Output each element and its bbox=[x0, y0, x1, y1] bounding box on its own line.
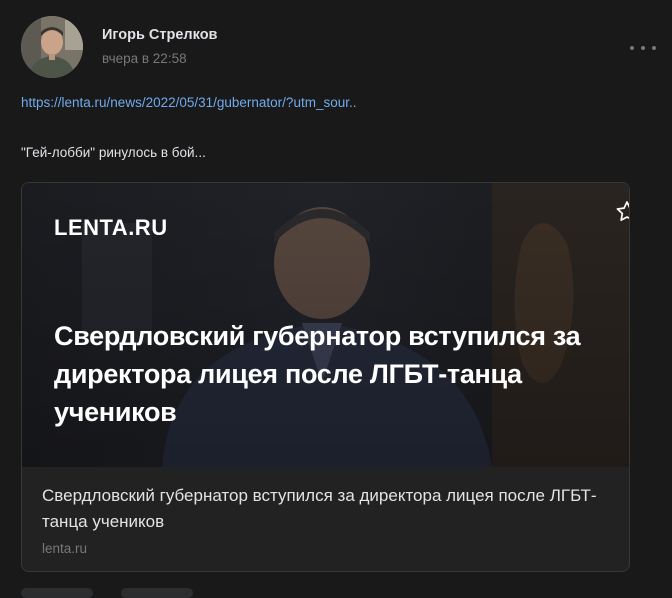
dot bbox=[630, 46, 634, 50]
author-name[interactable]: Игорь Стрелков bbox=[102, 27, 217, 43]
link-preview-card[interactable]: LENTA.RU Свердловский губернатор вступил… bbox=[21, 182, 630, 572]
dot bbox=[641, 46, 645, 50]
card-domain: lenta.ru bbox=[42, 541, 88, 556]
star-icon[interactable] bbox=[614, 199, 629, 225]
more-dots-icon[interactable] bbox=[630, 38, 656, 58]
card-overlay-headline: Свердловский губернатор вступился за дир… bbox=[54, 321, 581, 427]
post-header: Игорь Стрелков вчера в 22:58 bbox=[0, 0, 672, 90]
comment-button[interactable] bbox=[121, 588, 193, 598]
dot bbox=[652, 46, 656, 50]
post-actions bbox=[21, 588, 201, 598]
card-brand-logo: LENTA.RU bbox=[54, 215, 168, 240]
post-timestamp[interactable]: вчера в 22:58 bbox=[102, 51, 187, 66]
like-button[interactable] bbox=[21, 588, 93, 598]
post-link[interactable]: https://lenta.ru/news/2022/05/31/guberna… bbox=[21, 95, 356, 110]
card-title[interactable]: Свердловский губернатор вступился за дир… bbox=[42, 483, 612, 535]
card-image[interactable]: LENTA.RU Свердловский губернатор вступил… bbox=[22, 183, 629, 467]
post-text: "Гей-лобби" ринулось в бой... bbox=[21, 145, 206, 160]
author-avatar[interactable] bbox=[21, 16, 83, 78]
